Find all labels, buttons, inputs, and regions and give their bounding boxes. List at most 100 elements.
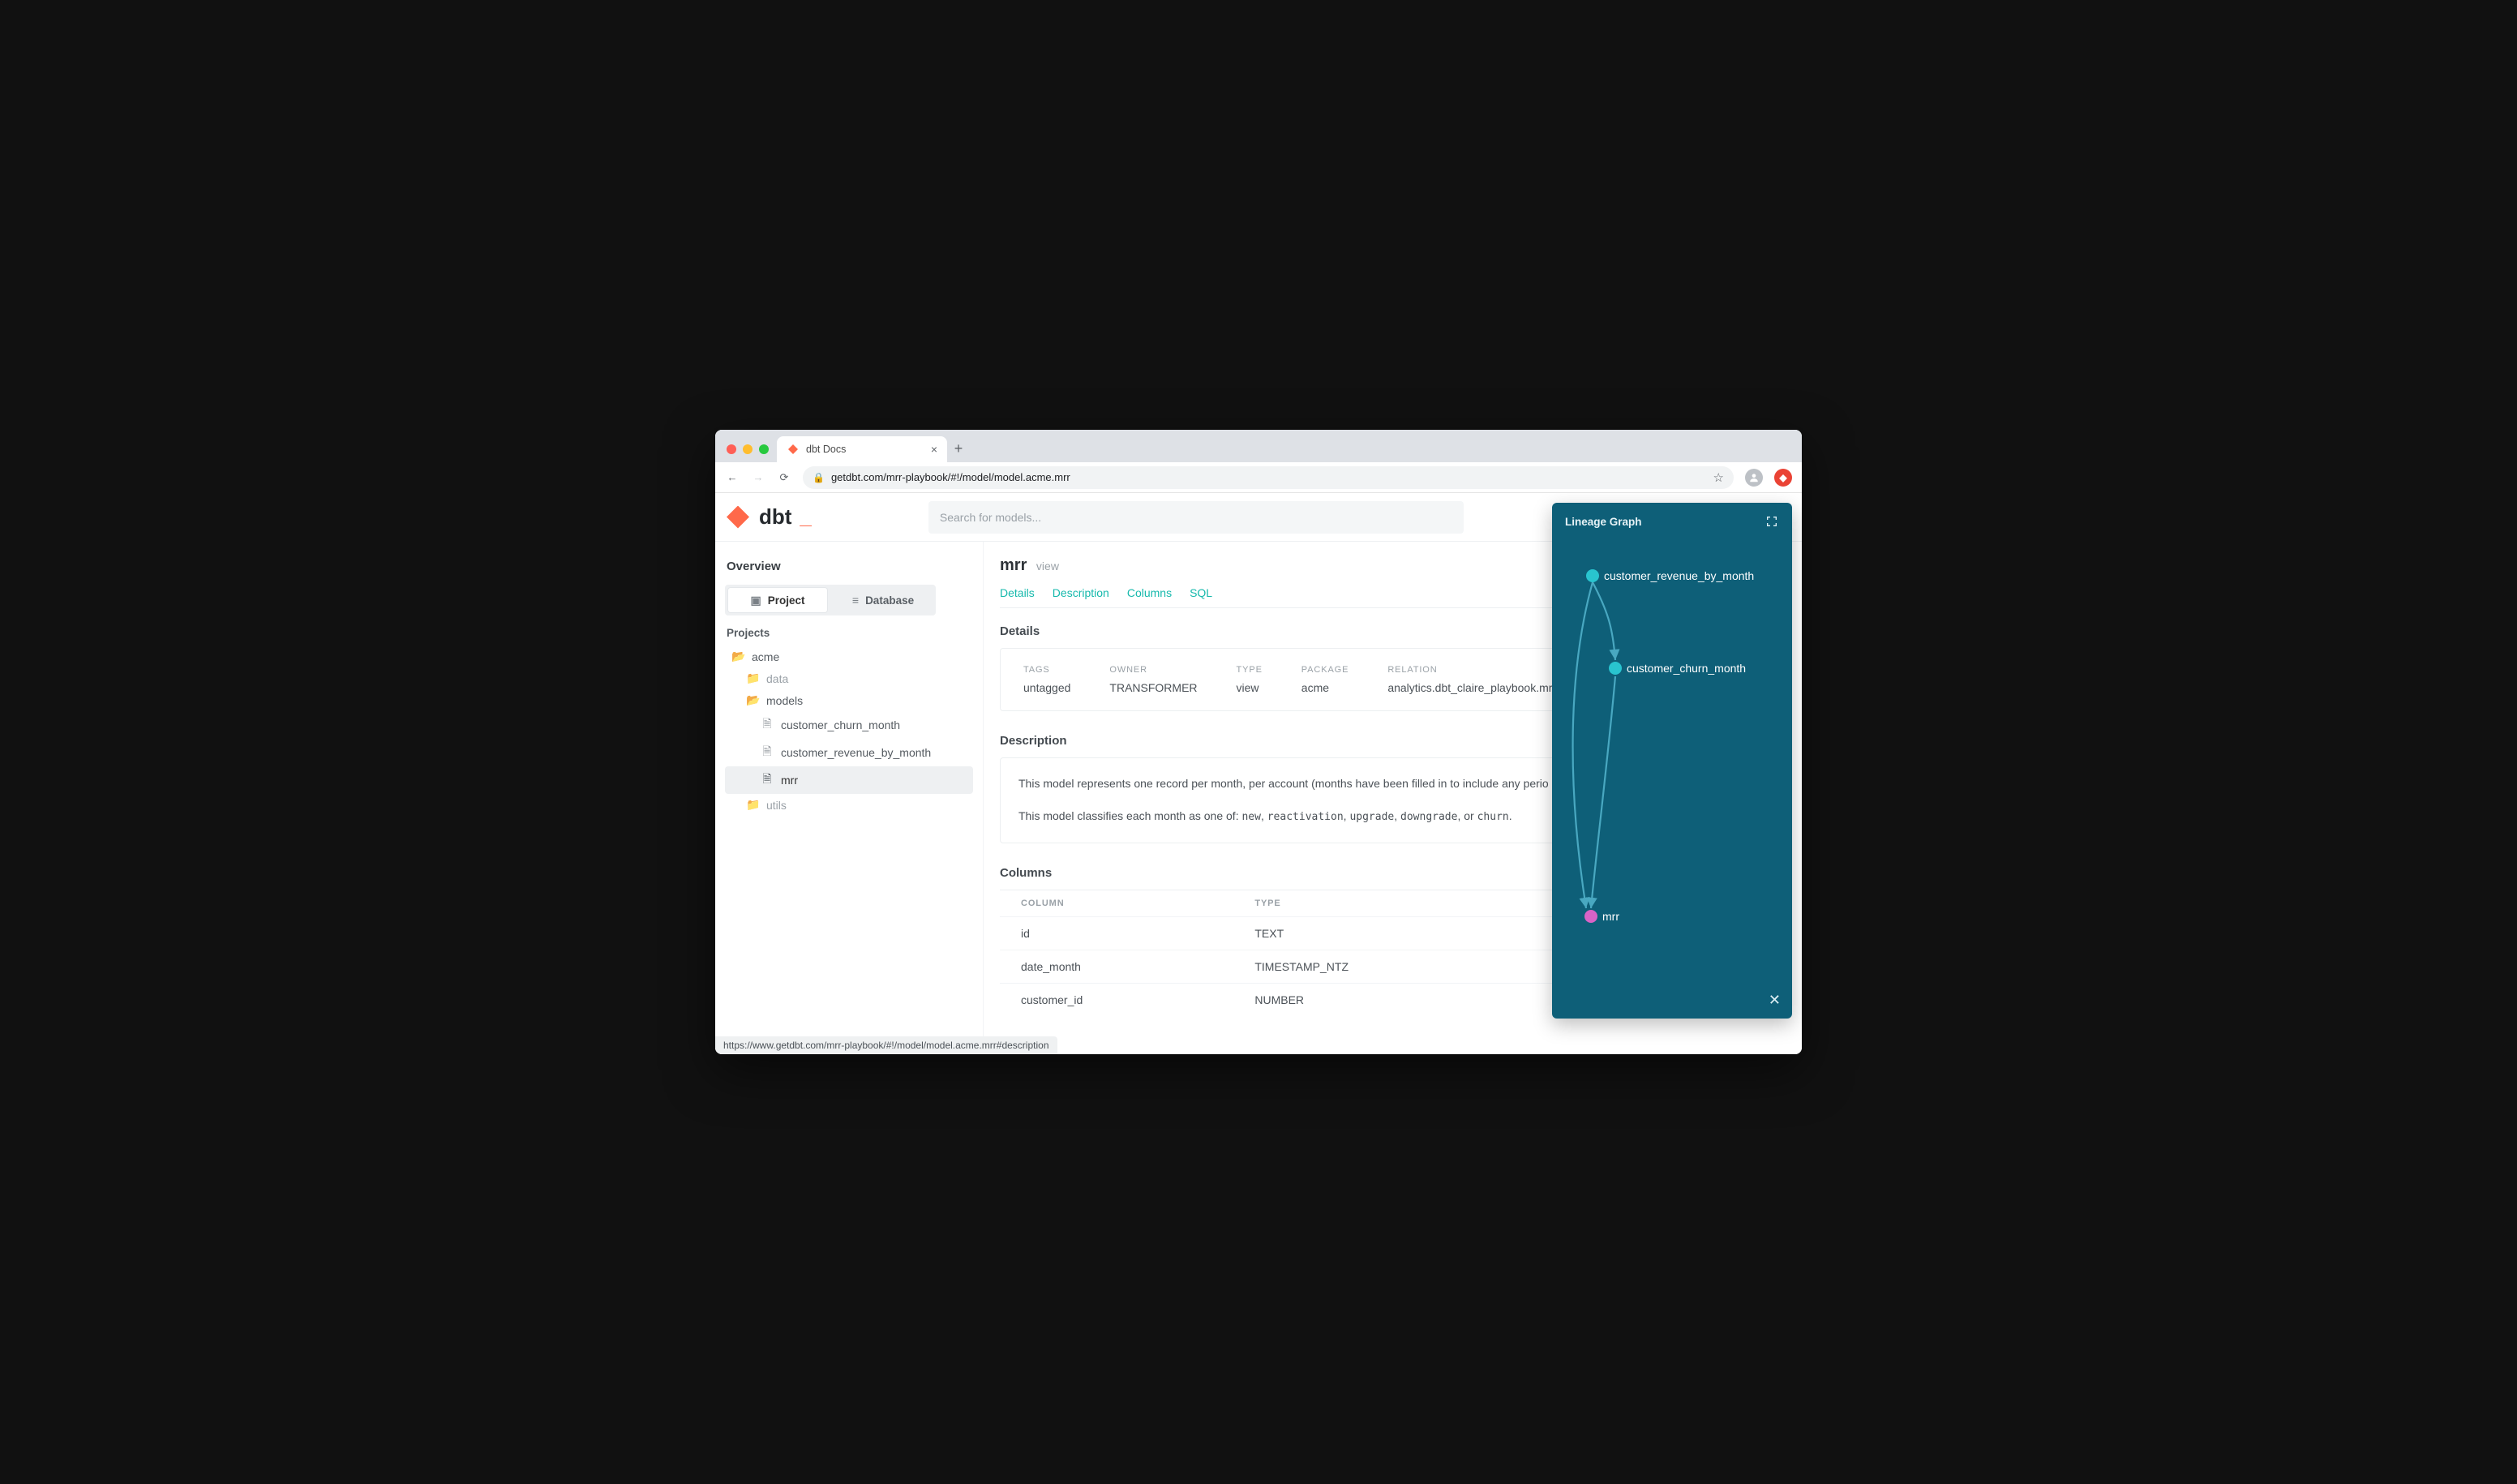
dbt-logo-mark [725, 504, 751, 530]
brand-text: dbt [759, 504, 791, 530]
file-icon: 🗎 [761, 715, 774, 735]
extension-badge[interactable]: ◆ [1774, 469, 1792, 487]
lineage-node-c[interactable] [1584, 910, 1597, 923]
bookmark-star-icon[interactable]: ☆ [1713, 470, 1724, 485]
detail-type: TYPE view [1237, 665, 1263, 694]
col-name: id [1000, 916, 1243, 950]
close-icon[interactable]: ✕ [1769, 992, 1781, 1009]
file-icon: 🗎 [761, 743, 774, 762]
browser-toolbar: ← → ⟳ 🔒 getdbt.com/mrr-playbook/#!/model… [715, 462, 1802, 493]
tab-sql[interactable]: SQL [1190, 586, 1212, 599]
sidebar-segmented: ▣ Project ≡ Database [725, 585, 936, 615]
lock-icon: 🔒 [813, 472, 825, 483]
tree-folder-data[interactable]: 📁 data [725, 667, 973, 689]
search-input[interactable] [928, 501, 1464, 534]
file-icon: 🗎 [761, 770, 774, 790]
folder-open-icon: 📂 [731, 650, 744, 663]
brand-cursor: _ [800, 504, 811, 530]
tree-folder-models-label: models [766, 694, 803, 707]
folder-icon: 📁 [746, 798, 759, 812]
search-wrap [928, 501, 1464, 534]
tree-folder-models[interactable]: 📂 models [725, 689, 973, 711]
nav-forward-button[interactable]: → [751, 471, 765, 483]
detail-relation: RELATION analytics.dbt_claire_playbook.m… [1387, 665, 1556, 694]
tab-close-icon[interactable]: × [931, 444, 937, 455]
detail-relation-label: RELATION [1387, 665, 1556, 675]
folder-icon: ▣ [750, 594, 761, 607]
url-text: getdbt.com/mrr-playbook/#!/model/model.a… [831, 471, 1070, 483]
status-bar: https://www.getdbt.com/mrr-playbook/#!/m… [715, 1036, 1057, 1054]
class-churn: churn [1477, 811, 1509, 823]
tree-project-acme[interactable]: 📂 acme [725, 645, 973, 667]
overview-heading: Overview [727, 560, 971, 573]
tree-folder-utils-label: utils [766, 799, 787, 812]
col-name: date_month [1000, 950, 1243, 983]
dbt-logo[interactable]: dbt _ [725, 504, 812, 530]
detail-owner-label: OWNER [1109, 665, 1197, 675]
sidebar: Overview ▣ Project ≡ Database Projects 📂 [715, 542, 983, 1054]
lineage-header: Lineage Graph [1552, 503, 1792, 540]
folder-open-icon: 📂 [746, 693, 759, 707]
lineage-node-a[interactable] [1586, 569, 1599, 582]
window-controls [723, 444, 777, 462]
model-kind: view [1036, 560, 1059, 573]
new-tab-button[interactable]: + [947, 440, 970, 462]
profile-avatar[interactable] [1745, 469, 1763, 487]
detail-type-label: TYPE [1237, 665, 1263, 675]
tree-file-label: customer_revenue_by_month [781, 746, 931, 759]
col-type: NUMBER [1243, 983, 1544, 1016]
tree-file-mrr[interactable]: 🗎 mrr [725, 766, 973, 794]
window-maximize-button[interactable] [759, 444, 769, 454]
tree-folder-data-label: data [766, 672, 788, 685]
col-type: TEXT [1243, 916, 1544, 950]
tree-file-label: mrr [781, 774, 798, 787]
lineage-title: Lineage Graph [1565, 516, 1642, 528]
lineage-panel: Lineage Graph cust [1552, 503, 1792, 1019]
lineage-node-b[interactable] [1609, 662, 1622, 675]
class-reactivation: reactivation [1267, 811, 1344, 823]
omnibox[interactable]: 🔒 getdbt.com/mrr-playbook/#!/model/model… [803, 466, 1734, 489]
detail-owner: OWNER TRANSFORMER [1109, 665, 1197, 694]
expand-icon[interactable] [1764, 514, 1779, 529]
dbt-favicon [787, 443, 800, 456]
tab-details[interactable]: Details [1000, 586, 1035, 599]
database-icon: ≡ [852, 594, 859, 607]
tab-strip: dbt Docs × + [715, 430, 1802, 462]
browser-tab[interactable]: dbt Docs × [777, 436, 947, 462]
segmented-project-label: Project [768, 594, 805, 607]
segmented-database[interactable]: ≡ Database [834, 588, 933, 612]
lineage-node-c-label: mrr [1602, 910, 1619, 923]
window-minimize-button[interactable] [743, 444, 753, 454]
segmented-project[interactable]: ▣ Project [728, 588, 827, 612]
col-header-column: COLUMN [1000, 890, 1243, 916]
col-header-type: TYPE [1243, 890, 1544, 916]
detail-package-label: PACKAGE [1301, 665, 1349, 675]
nav-reload-button[interactable]: ⟳ [777, 471, 791, 484]
detail-relation-value: analytics.dbt_claire_playbook.mrr [1387, 681, 1556, 694]
description-line2-end: . [1509, 809, 1512, 822]
col-name: customer_id [1000, 983, 1243, 1016]
tab-columns[interactable]: Columns [1127, 586, 1172, 599]
detail-tags-label: TAGS [1023, 665, 1070, 675]
tree-project-label: acme [752, 650, 779, 663]
window-close-button[interactable] [727, 444, 736, 454]
app-viewport: dbt _ Overview ▣ Project ≡ Database [715, 493, 1802, 1054]
lineage-graph[interactable]: customer_revenue_by_month customer_churn… [1552, 540, 1792, 994]
sep-or: , or [1457, 809, 1477, 822]
browser-window: dbt Docs × + ← → ⟳ 🔒 getdbt.com/mrr-play… [715, 430, 1802, 1054]
tree-file-customer-revenue-by-month[interactable]: 🗎 customer_revenue_by_month [725, 739, 973, 766]
detail-package: PACKAGE acme [1301, 665, 1349, 694]
detail-tags: TAGS untagged [1023, 665, 1070, 694]
class-upgrade: upgrade [1349, 811, 1394, 823]
tree-file-customer-churn-month[interactable]: 🗎 customer_churn_month [725, 711, 973, 739]
tab-description[interactable]: Description [1053, 586, 1109, 599]
class-downgrade: downgrade [1400, 811, 1457, 823]
lineage-node-a-label: customer_revenue_by_month [1604, 569, 1754, 582]
nav-back-button[interactable]: ← [725, 471, 740, 483]
detail-tags-value: untagged [1023, 681, 1070, 694]
folder-icon: 📁 [746, 671, 759, 685]
detail-type-value: view [1237, 681, 1263, 694]
project-tree: 📂 acme 📁 data 📂 models 🗎 customer_churn_… [725, 645, 973, 816]
lineage-node-b-label: customer_churn_month [1627, 662, 1746, 675]
tree-folder-utils[interactable]: 📁 utils [725, 794, 973, 816]
